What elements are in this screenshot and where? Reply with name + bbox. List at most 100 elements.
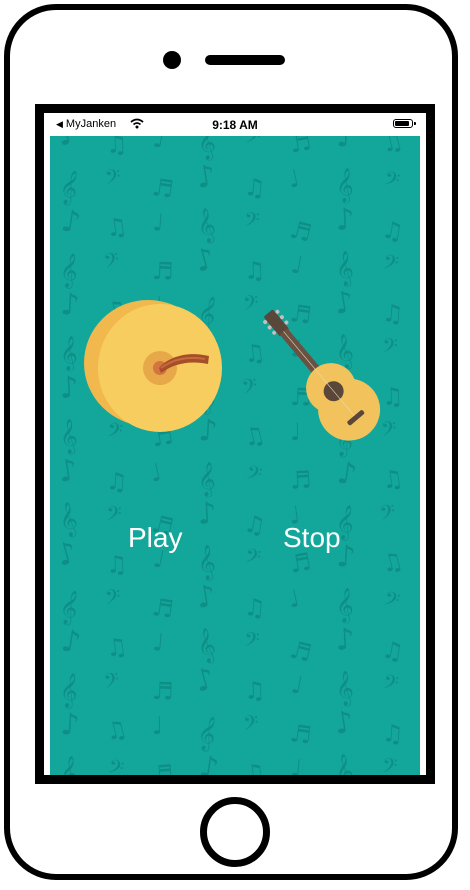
svg-text:♪: ♪ [60,707,81,743]
svg-text:♬: ♬ [287,215,315,247]
front-camera [163,51,181,69]
svg-text:𝄞: 𝄞 [57,168,82,207]
svg-text:𝄢: 𝄢 [381,587,402,618]
svg-text:♪: ♪ [197,496,218,532]
screen: ◀ MyJanken 9:18 AM ♪ ♫ ♩ 𝄞 𝄢 ♬ ♪ ♫ ♩ 𝄞 𝄢 ♬ ♪ ♫ ♩ 𝄞 𝄢 ♬ ♪ ♫ ♩… [44,113,426,775]
svg-text:𝄢: 𝄢 [102,247,122,277]
svg-text:♬: ♬ [150,173,175,204]
svg-text:𝄞: 𝄞 [195,714,220,753]
svg-text:♫: ♫ [104,212,129,243]
svg-text:𝄞: 𝄞 [198,462,216,498]
svg-text:♫: ♫ [242,509,268,540]
svg-text:𝄞: 𝄞 [60,756,78,775]
svg-text:𝄢: 𝄢 [242,711,260,740]
svg-text:𝄞: 𝄞 [58,418,79,456]
svg-text:𝄞: 𝄞 [60,336,78,372]
svg-text:𝄞: 𝄞 [336,588,354,624]
svg-text:♬: ♬ [152,257,174,286]
svg-text:♩: ♩ [289,754,303,775]
svg-text:♪: ♪ [194,158,218,196]
svg-text:♪: ♪ [59,370,80,406]
earpiece-speaker [205,55,285,65]
svg-text:𝄢: 𝄢 [104,585,122,614]
svg-text:♫: ♫ [105,136,127,159]
svg-text:𝄢: 𝄢 [244,628,260,656]
svg-text:♩: ♩ [151,208,165,237]
svg-text:𝄢: 𝄢 [106,502,122,530]
svg-text:𝄞: 𝄞 [57,588,82,627]
svg-text:♫: ♫ [380,635,406,666]
svg-text:♪: ♪ [191,661,219,700]
svg-text:♪: ♪ [59,623,83,661]
svg-text:♫: ♫ [380,464,405,495]
cymbal-button[interactable] [81,296,231,438]
svg-text:𝄞: 𝄞 [194,207,219,246]
svg-text:♫: ♫ [104,632,129,663]
svg-text:♪: ♪ [56,452,80,490]
svg-text:𝄞: 𝄞 [332,753,357,775]
svg-text:𝄞: 𝄞 [334,250,355,288]
svg-text:♬: ♬ [287,635,315,667]
svg-text:♪: ♪ [197,749,221,775]
svg-text:♪: ♪ [336,136,357,155]
svg-text:𝄢: 𝄢 [378,499,398,529]
svg-text:♬: ♬ [288,719,313,750]
svg-text:♩: ♩ [152,712,164,740]
svg-text:♩: ♩ [289,670,305,700]
svg-text:𝄢: 𝄢 [104,165,122,194]
svg-text:♫: ♫ [378,546,406,578]
svg-text:♫: ♫ [243,676,265,705]
svg-text:♪: ♪ [335,202,356,238]
svg-text:♬: ♬ [289,466,312,495]
svg-text:♩: ♩ [147,458,164,488]
svg-text:♩: ♩ [285,164,302,194]
svg-text:𝄢: 𝄢 [243,136,262,154]
svg-text:𝄢: 𝄢 [105,755,126,775]
home-button[interactable] [200,797,270,867]
guitar-button[interactable] [240,294,390,444]
svg-text:𝄞: 𝄞 [58,252,79,290]
svg-text:𝄢: 𝄢 [381,670,400,700]
svg-text:𝄢: 𝄢 [381,167,402,198]
app-content: ♪ ♫ ♩ 𝄞 𝄢 ♬ ♪ ♫ ♩ 𝄞 𝄢 ♬ ♪ ♫ ♩ 𝄞 𝄢 ♬ ♪ ♫ ♩ 𝄞 𝄢 ♬ ♪ ♫ ♩ 𝄞 𝄢 ♬ ♪ ♫ ♩ 𝄞 𝄢 ♬ ♪ ♫ ♩ 𝄞… [50,136,420,775]
guitar-icon [263,309,381,441]
svg-text:♪: ♪ [332,704,356,742]
svg-text:♫: ♫ [242,758,267,775]
svg-text:♫: ♫ [243,173,266,202]
svg-text:♬: ♬ [150,593,175,624]
svg-text:𝄞: 𝄞 [196,544,217,582]
svg-text:𝄢: 𝄢 [382,754,398,775]
music-note-pattern: ♪ ♫ ♩ 𝄞 𝄢 ♬ ♪ ♫ ♩ 𝄞 𝄢 ♬ ♪ ♫ ♩ 𝄞 𝄢 ♬ ♪ ♫ ♩ 𝄞 𝄢 ♬ ♪ ♫ ♩ 𝄞 𝄢 ♬ ♪ ♫ ♩ 𝄞 𝄢 ♬ ♪ ♫ ♩ 𝄞… [53,136,406,775]
svg-text:♩: ♩ [285,584,302,614]
svg-text:♬: ♬ [152,677,174,706]
cymbal-icon [84,300,222,432]
svg-text:♫: ♫ [102,714,130,746]
svg-text:♪: ♪ [60,287,81,323]
svg-text:𝄢: 𝄢 [102,667,122,697]
stop-button[interactable]: Stop [283,522,341,554]
svg-text:𝄞: 𝄞 [58,672,79,710]
svg-text:♪: ♪ [53,535,81,574]
svg-text:𝄞: 𝄞 [196,136,217,162]
svg-text:𝄞: 𝄞 [194,627,219,666]
svg-text:𝄢: 𝄢 [244,208,260,236]
svg-text:♩: ♩ [151,628,165,657]
svg-text:♪: ♪ [53,136,81,154]
svg-text:♫: ♫ [243,593,266,622]
svg-text:♪: ♪ [335,622,356,658]
svg-text:♪: ♪ [335,455,359,493]
svg-text:♪: ♪ [59,203,83,241]
play-button[interactable]: Play [128,522,182,554]
svg-text:𝄞: 𝄞 [336,168,354,204]
svg-text:♪: ♪ [194,578,218,616]
svg-text:𝄢: 𝄢 [243,461,264,492]
status-time: 9:18 AM [212,118,258,132]
svg-text:♫: ♫ [105,550,127,579]
svg-text:♫: ♫ [243,256,265,285]
svg-text:𝄞: 𝄞 [56,501,81,540]
svg-text:♩: ♩ [289,250,305,280]
svg-text:♬: ♬ [287,136,313,159]
svg-text:♬: ♬ [151,760,174,775]
svg-text:♪: ♪ [191,241,219,280]
svg-text:♩: ♩ [151,136,167,154]
